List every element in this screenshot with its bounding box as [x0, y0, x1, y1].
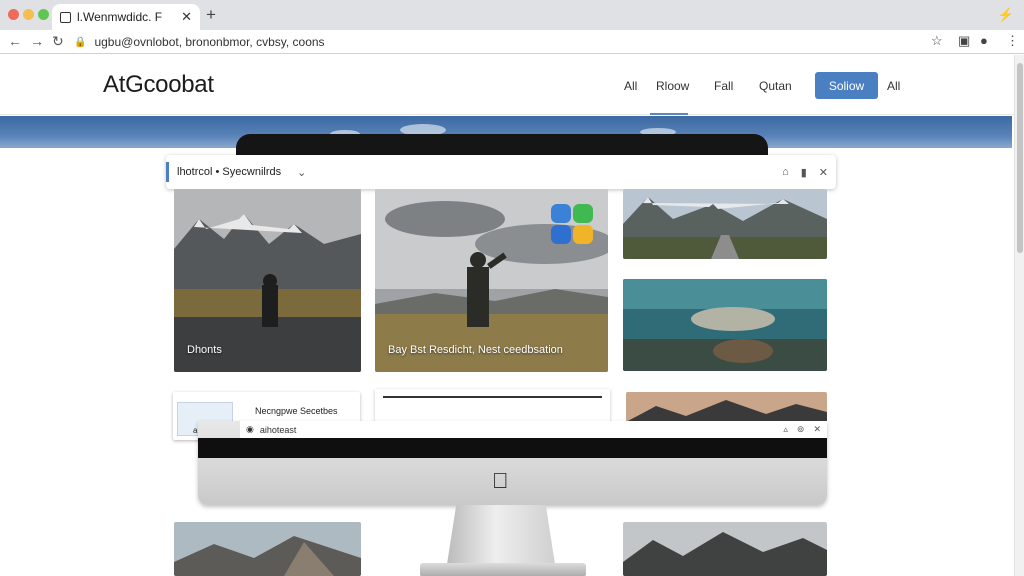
divider [383, 396, 602, 398]
toolbar-accent [166, 162, 169, 182]
monitor-screen-strip [198, 438, 827, 458]
nav-link-all[interactable]: All [624, 79, 637, 93]
gallery-toolbar: lhotrcol • Syecwnilrds ⌄ ⌂ ▮ ✕ [166, 155, 836, 189]
monitor-stand-base [420, 563, 586, 576]
gallery-card-mountain-road[interactable] [623, 189, 827, 259]
card-caption: Bay Bst Resdicht, Nest ceedbsation [388, 344, 563, 356]
sidepanel-icon[interactable]: ▣ [958, 33, 970, 49]
cta-button[interactable]: Soliow [815, 72, 878, 99]
gallery-card-peaks[interactable] [623, 522, 827, 576]
app-grid-icon[interactable] [551, 204, 593, 244]
browser-tab[interactable]: l.Wenmwdidc. F ✕ [52, 4, 200, 30]
site-logo[interactable]: AtGcoobat [103, 71, 214, 99]
nav-link-rloow[interactable]: Rloow [656, 79, 689, 93]
browser-tab-bar: l.Wenmwdidc. F ✕ + ⚡ [0, 0, 1024, 30]
close-icon[interactable]: ✕ [819, 166, 828, 179]
close-icon[interactable]: ✕ [813, 424, 821, 435]
nav-link-fall[interactable]: Fall [714, 79, 733, 93]
maximize-window-button[interactable] [38, 9, 49, 20]
scrollbar[interactable] [1014, 55, 1024, 576]
forward-arrow-icon[interactable]: → [30, 33, 44, 49]
url-field[interactable]: 🔒 ugbu@ovnlobot, brononbmor, cvbsy, coon… [74, 33, 954, 51]
breadcrumb[interactable]: lhotrcol • Syecwnilrds [177, 166, 281, 178]
pin-icon[interactable]: ⌂ [782, 166, 789, 179]
settings-icon[interactable]: ⊚ [797, 424, 805, 435]
lock-icon: 🔒 [74, 36, 87, 48]
close-window-button[interactable] [8, 9, 19, 20]
address-bar: ← → ↻ 🔒 ugbu@ovnlobot, brononbmor, cvbsy… [0, 30, 1024, 54]
monitor-toolbar-label: aihoteast [259, 424, 297, 435]
favicon-icon [60, 11, 71, 23]
minimize-window-button[interactable] [23, 9, 34, 20]
back-arrow-icon[interactable]: ← [8, 33, 22, 49]
nav-link-all-extra[interactable]: All [887, 79, 900, 93]
new-tab-button[interactable]: + [206, 5, 216, 25]
nav-link-qutan[interactable]: Qutan [759, 79, 792, 93]
site-header: AtGcoobat All Rloow Fall Qutan Soliow Al… [0, 55, 1024, 115]
monitor-toolbar: ◉ aihoteast ▵ ⊚ ✕ [240, 421, 827, 438]
card-caption: Dhonts [187, 344, 222, 356]
scrollbar-thumb[interactable] [1017, 63, 1023, 253]
chevron-down-icon[interactable]: ⌄ [297, 166, 306, 179]
reload-icon[interactable]: ↻ [52, 33, 64, 50]
nav-active-indicator [650, 113, 688, 115]
apple-logo-icon:  [492, 468, 514, 493]
bookmark-star-icon[interactable]: ☆ [931, 33, 943, 49]
url-text: ugbu@ovnlobot, brononbmor, cvbsy, coons [94, 35, 325, 49]
tab-title: l.Wenmwdidc. F [77, 10, 163, 24]
gallery-card-underwater[interactable] [623, 279, 827, 371]
trash-icon[interactable]: ▮ [801, 166, 807, 179]
bell-icon[interactable]: ▵ [783, 424, 788, 435]
preview-label: Necngpwe Secetbes [255, 406, 338, 416]
close-tab-icon[interactable]: ✕ [181, 9, 192, 25]
gallery-card-sunset[interactable] [626, 392, 827, 422]
profile-avatar-icon[interactable]: ● [980, 33, 988, 48]
puzzle-icon[interactable]: ⚡ [998, 7, 1014, 23]
gallery-card-mountain-lake[interactable]: Dhonts [174, 189, 361, 372]
gallery-card-rocks[interactable] [174, 522, 361, 576]
web-page: AtGcoobat All Rloow Fall Qutan Soliow Al… [0, 55, 1024, 576]
stop-icon[interactable]: ◉ [246, 424, 254, 435]
menu-kebab-icon[interactable]: ⋮ [1006, 33, 1019, 49]
